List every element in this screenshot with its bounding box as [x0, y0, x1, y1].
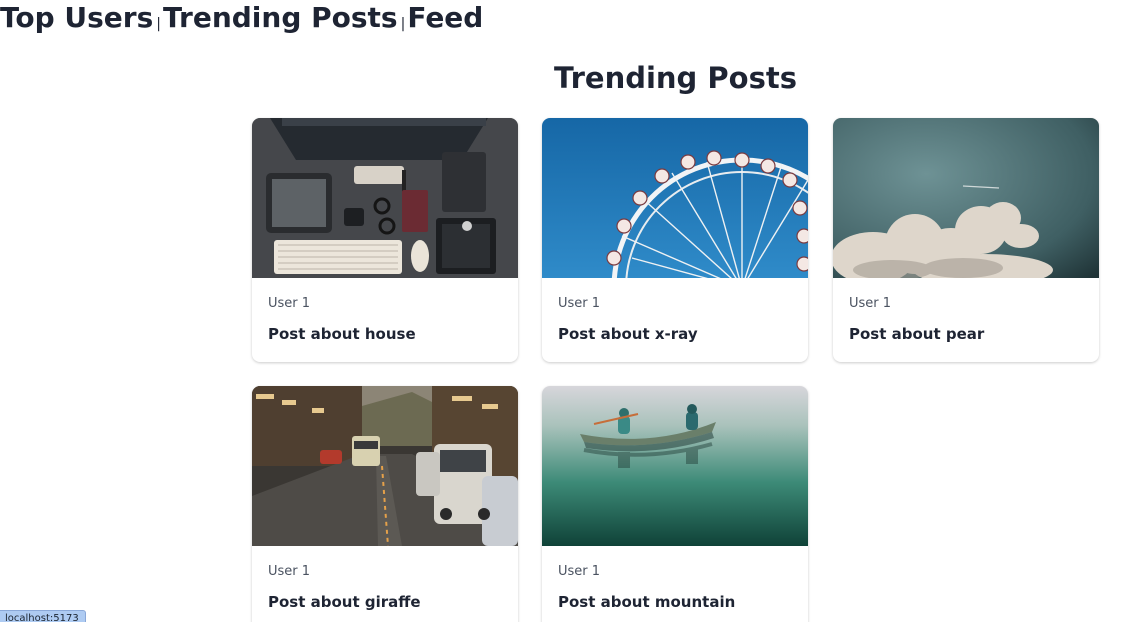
clouds-sky-photo [833, 118, 1099, 278]
post-card[interactable]: User 1 Post about x-ray [542, 118, 808, 362]
post-title[interactable]: Post about giraffe [268, 591, 421, 613]
post-title[interactable]: Post about mountain [558, 591, 735, 613]
page-title: Trending Posts [554, 61, 797, 95]
post-author: User 1 [268, 564, 311, 579]
post-author: User 1 [849, 296, 892, 311]
nav-link-top-users[interactable]: Top Users [0, 0, 153, 36]
desk-workspace-photo [252, 118, 518, 278]
post-title[interactable]: Post about house [268, 323, 416, 345]
post-card[interactable]: User 1 Post about mountain [542, 386, 808, 622]
top-nav: Top Users | Trending Posts | Feed [0, 0, 483, 36]
ferris-wheel-photo [542, 118, 808, 278]
city-street-photo [252, 386, 518, 546]
post-author: User 1 [558, 564, 601, 579]
post-author: User 1 [268, 296, 311, 311]
nav-link-trending-posts[interactable]: Trending Posts [163, 0, 398, 36]
post-title[interactable]: Post about x-ray [558, 323, 698, 345]
nav-separator: | [400, 16, 406, 32]
post-author: User 1 [558, 296, 601, 311]
canoe-lake-photo [542, 386, 808, 546]
nav-separator: | [156, 16, 161, 32]
status-bar-url: localhost:5173 [0, 610, 86, 622]
post-card[interactable]: User 1 Post about giraffe [252, 386, 518, 622]
post-title[interactable]: Post about pear [849, 323, 984, 345]
post-card[interactable]: User 1 Post about pear [833, 118, 1099, 362]
post-card[interactable]: User 1 Post about house [252, 118, 518, 362]
nav-link-feed[interactable]: Feed [407, 0, 483, 36]
